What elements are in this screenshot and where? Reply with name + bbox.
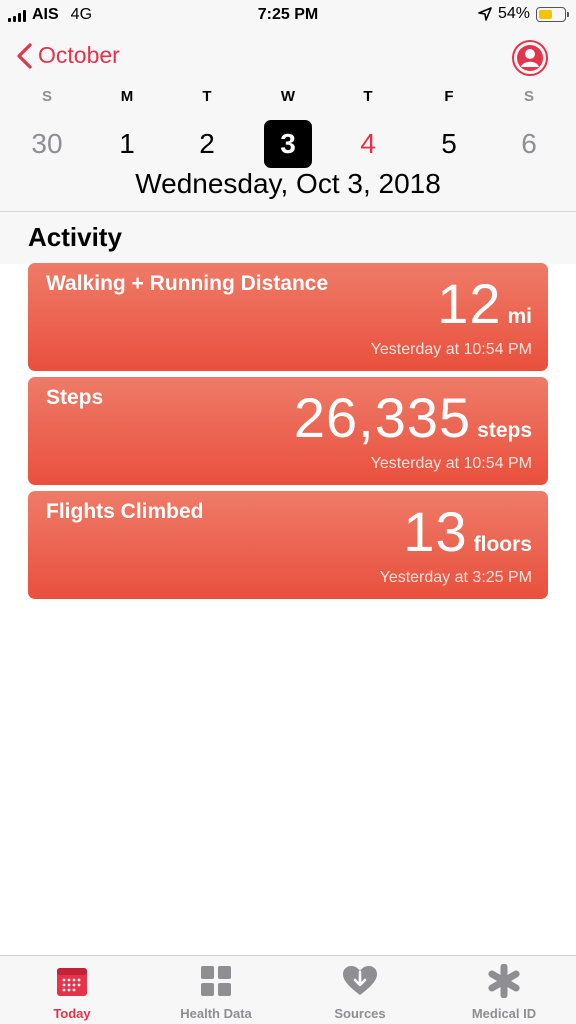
date-row: 30 1 2 3 4 5 6 bbox=[0, 120, 576, 168]
date-header: October S M T W T F S 30 1 2 3 4 5 6 Wednesday, Oct … bbox=[0, 32, 576, 212]
asterisk-icon bbox=[488, 964, 520, 998]
battery-fill bbox=[539, 9, 552, 19]
card-timestamp: Yesterday at 10:54 PM bbox=[370, 341, 532, 358]
card-unit: mi bbox=[507, 305, 532, 328]
status-right: 54% bbox=[478, 5, 569, 23]
card-number: 12 bbox=[437, 272, 502, 335]
date-cell[interactable]: 4 bbox=[344, 120, 392, 168]
card-value: 13 floors bbox=[403, 499, 532, 564]
battery-percent: 54% bbox=[497, 5, 530, 22]
card-timestamp: Yesterday at 3:25 PM bbox=[379, 569, 532, 586]
card-label: Walking + Running Distance bbox=[46, 272, 329, 295]
card-value: 12 mi bbox=[437, 271, 532, 336]
date-cell[interactable]: 5 bbox=[425, 120, 473, 168]
profile-button[interactable] bbox=[512, 40, 548, 76]
tab-today[interactable]: Today bbox=[12, 964, 132, 1021]
card-number: 13 bbox=[403, 500, 468, 563]
weekday-label: S bbox=[523, 88, 534, 105]
heart-download-icon bbox=[343, 966, 377, 995]
activity-card[interactable]: Flights Climbed 13 floors Yesterday at 3:25… bbox=[28, 491, 548, 599]
grid-icon bbox=[201, 966, 231, 996]
tab-health-data-label: Health Data bbox=[180, 1006, 252, 1021]
back-button[interactable]: October bbox=[16, 42, 120, 69]
weekday-label: W bbox=[280, 88, 296, 105]
selected-date-title: Wednesday, Oct 3, 2018 bbox=[135, 168, 441, 199]
tab-bar: Today Health Data Sources Medical ID bbox=[0, 955, 576, 1024]
weekday-label: M bbox=[120, 88, 134, 105]
card-value: 26,335 steps bbox=[294, 385, 532, 450]
tab-medical-id[interactable]: Medical ID bbox=[444, 964, 564, 1021]
card-label: Steps bbox=[46, 386, 104, 409]
date-cell[interactable]: 6 bbox=[505, 120, 553, 168]
chevron-left-icon bbox=[17, 42, 32, 69]
card-number: 26,335 bbox=[293, 386, 472, 449]
tab-medical-id-label: Medical ID bbox=[471, 1006, 537, 1021]
weekday-row: SMTWTFS bbox=[0, 88, 576, 108]
weekday-label: F bbox=[444, 88, 454, 105]
card-timestamp: Yesterday at 10:54 PM bbox=[370, 455, 532, 472]
location-arrow-icon bbox=[478, 7, 492, 21]
status-bar: AIS 4G 7:25 PM 54% bbox=[0, 0, 576, 32]
tab-today-label: Today bbox=[53, 1006, 91, 1021]
card-label: Flights Climbed bbox=[46, 500, 204, 523]
tab-sources-label: Sources bbox=[334, 1006, 386, 1021]
tab-health-data[interactable]: Health Data bbox=[156, 964, 276, 1021]
weekday-label: T bbox=[202, 88, 212, 105]
card-unit: floors bbox=[473, 533, 532, 556]
date-cell[interactable]: 30 bbox=[23, 120, 71, 168]
date-cell[interactable]: 3 bbox=[264, 120, 312, 168]
calendar-icon bbox=[57, 968, 87, 996]
profile-icon bbox=[517, 45, 543, 71]
card-unit: steps bbox=[477, 419, 532, 442]
date-cell[interactable]: 1 bbox=[103, 120, 151, 168]
back-label: October bbox=[38, 42, 120, 68]
tab-sources[interactable]: Sources bbox=[300, 964, 420, 1021]
weekday-label: T bbox=[363, 88, 373, 105]
activity-card[interactable]: Steps 26,335 steps Yesterday at 10:54 PM bbox=[28, 377, 548, 485]
date-cell[interactable]: 2 bbox=[183, 120, 231, 168]
battery-icon bbox=[536, 6, 569, 22]
weekday-label: S bbox=[41, 88, 52, 105]
activity-card[interactable]: Walking + Running Distance 12 mi Yesterday … bbox=[28, 263, 548, 371]
activity-title: Activity bbox=[28, 222, 122, 252]
